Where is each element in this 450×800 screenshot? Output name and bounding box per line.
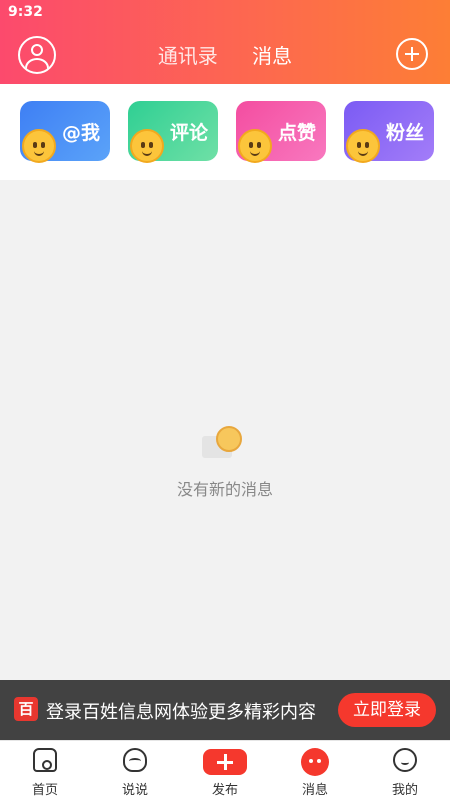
emoji-like-icon xyxy=(238,129,272,163)
emoji-fans-icon xyxy=(346,129,380,163)
nav-item-home[interactable]: 首页 xyxy=(0,741,90,800)
status-time: 9:32 xyxy=(8,4,43,20)
nav-item-talk[interactable]: 说说 xyxy=(90,741,180,800)
emoji-comment-icon xyxy=(130,129,164,163)
mine-icon xyxy=(393,748,417,772)
nav-label: 发布 xyxy=(211,783,238,798)
nav-label: 我的 xyxy=(391,783,418,798)
category-label: 粉丝 xyxy=(385,122,424,144)
category-label: 点赞 xyxy=(277,122,316,144)
empty-state: 没有新的消息 xyxy=(0,420,450,500)
talk-icon xyxy=(123,748,147,772)
home-icon xyxy=(33,748,57,772)
empty-mascot-icon xyxy=(202,420,248,466)
nav-item-publish[interactable]: 发布 xyxy=(180,741,270,800)
add-icon[interactable] xyxy=(396,38,428,70)
nav-item-messages[interactable]: 消息 xyxy=(270,741,360,800)
header-tabs: 通讯录 消息 xyxy=(0,40,450,69)
tab-contacts[interactable]: 通讯录 xyxy=(158,40,218,69)
message-icon xyxy=(301,748,329,776)
nav-label: 首页 xyxy=(31,783,58,798)
category-mention-button[interactable]: @我 xyxy=(20,101,110,163)
login-banner: 百 登录百姓信息网体验更多精彩内容 立即登录 xyxy=(0,680,450,740)
emoji-icon xyxy=(22,129,56,163)
category-like-button[interactable]: 点赞 xyxy=(236,101,326,163)
message-categories: @我 评论 点赞 粉丝 xyxy=(0,84,450,180)
nav-label: 消息 xyxy=(301,783,328,798)
category-label: @我 xyxy=(61,122,100,144)
login-banner-text: 登录百姓信息网体验更多精彩内容 xyxy=(46,702,316,723)
category-label: 评论 xyxy=(169,122,208,144)
brand-logo: 百 xyxy=(14,697,38,721)
header: 9:32 通讯录 消息 xyxy=(0,0,450,84)
login-button[interactable]: 立即登录 xyxy=(338,693,436,727)
nav-item-mine[interactable]: 我的 xyxy=(360,741,450,800)
nav-label: 说说 xyxy=(121,783,148,798)
publish-icon xyxy=(203,749,247,775)
category-comment-button[interactable]: 评论 xyxy=(128,101,218,163)
category-fans-button[interactable]: 粉丝 xyxy=(344,101,434,163)
empty-state-text: 没有新的消息 xyxy=(176,480,273,499)
tab-messages[interactable]: 消息 xyxy=(252,40,292,69)
bottom-nav: 首页 说说 发布 消息 我的 xyxy=(0,740,450,800)
